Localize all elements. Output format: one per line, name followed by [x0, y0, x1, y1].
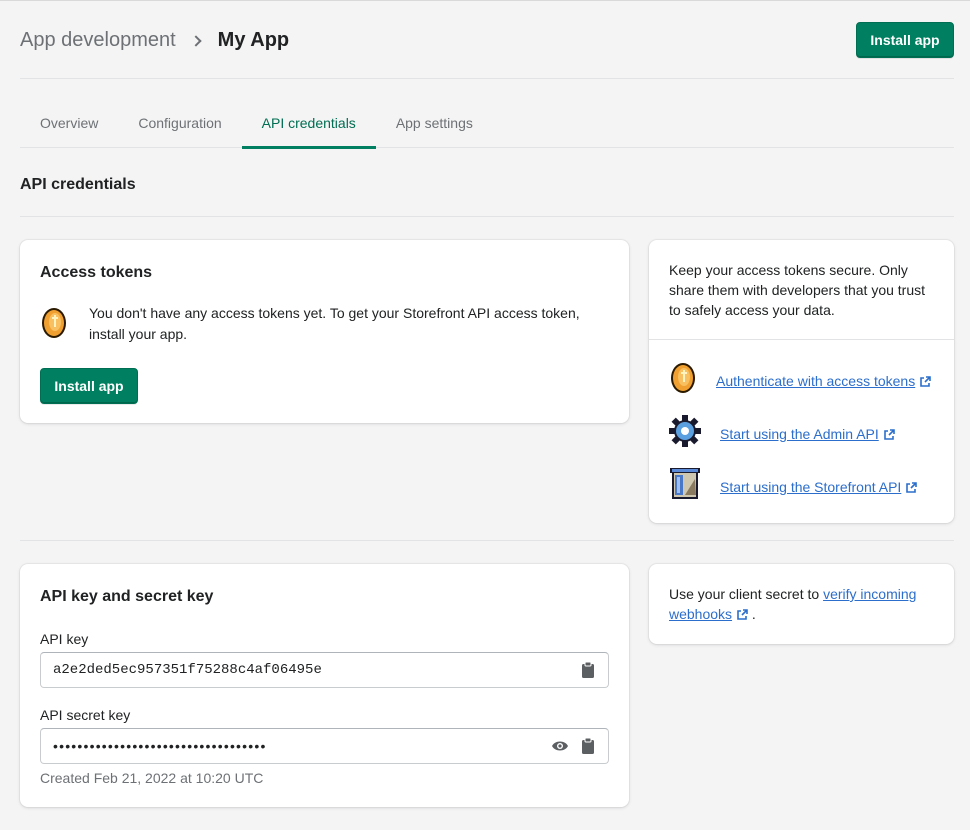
- tab-app-settings[interactable]: App settings: [376, 97, 493, 148]
- page-header: App development My App Install app: [20, 1, 954, 79]
- access-tokens-card: Access tokens You don't have any access …: [20, 240, 629, 423]
- chevron-right-icon: [190, 34, 202, 47]
- gear-icon: [669, 415, 701, 452]
- link-row-authenticate: Authenticate with access tokens: [669, 361, 932, 400]
- coin-icon: [669, 361, 697, 400]
- tokens-security-text: Keep your access tokens secure. Only sha…: [669, 262, 926, 318]
- clipboard-icon[interactable]: [574, 737, 602, 755]
- install-app-button[interactable]: Install app: [856, 22, 954, 58]
- created-timestamp: Created Feb 21, 2022 at 10:20 UTC: [40, 770, 264, 786]
- tab-api-credentials[interactable]: API credentials: [241, 97, 376, 149]
- api-keys-card: API key and secret key API key a2e2ded5e…: [20, 564, 629, 807]
- api-keys-title: API key and secret key: [40, 588, 214, 605]
- breadcrumb-app-development[interactable]: App development: [20, 29, 176, 52]
- external-link-icon: [906, 481, 918, 493]
- external-link-icon: [737, 609, 748, 620]
- api-secret-label: API secret key: [40, 707, 131, 723]
- no-tokens-message: You don't have any access tokens yet. To…: [89, 305, 580, 342]
- breadcrumb: App development My App: [20, 29, 289, 52]
- admin-api-link[interactable]: Start using the Admin API: [720, 426, 895, 442]
- access-tokens-title: Access tokens: [40, 264, 153, 281]
- tokens-info-card: Keep your access tokens secure. Only sha…: [649, 240, 954, 523]
- storefront-api-link[interactable]: Start using the Storefront API: [720, 479, 918, 495]
- tab-configuration[interactable]: Configuration: [118, 97, 241, 148]
- api-key-label: API key: [40, 631, 89, 647]
- link-row-admin-api: Start using the Admin API: [669, 415, 895, 452]
- authenticate-link[interactable]: Authenticate with access tokens: [716, 373, 932, 389]
- clipboard-icon[interactable]: [574, 661, 602, 679]
- page-title: My App: [217, 29, 290, 51]
- eye-icon[interactable]: [546, 740, 574, 752]
- tab-overview[interactable]: Overview: [20, 97, 118, 148]
- coin-icon: [40, 306, 68, 345]
- divider: [649, 339, 954, 340]
- section-title: API credentials: [20, 176, 136, 193]
- divider: [20, 540, 954, 541]
- api-key-field[interactable]: a2e2ded5ec957351f75288c4af06495e: [40, 652, 609, 688]
- api-key-value[interactable]: a2e2ded5ec957351f75288c4af06495e: [53, 662, 574, 678]
- webhooks-text-prefix: Use your client secret to: [669, 586, 824, 602]
- webhooks-text-suffix: .: [748, 606, 756, 622]
- divider: [20, 216, 954, 217]
- external-link-icon: [920, 375, 932, 387]
- link-row-storefront-api: Start using the Storefront API: [669, 467, 918, 506]
- webhooks-info-card: Use your client secret to verify incomin…: [649, 564, 954, 644]
- storefront-icon: [669, 467, 701, 506]
- tab-bar: Overview Configuration API credentials A…: [20, 97, 954, 149]
- install-app-card-button[interactable]: Install app: [40, 368, 138, 404]
- webhooks-text: Use your client secret to verify incomin…: [669, 584, 939, 624]
- api-secret-field[interactable]: •••••••••••••••••••••••••••••••••••: [40, 728, 609, 764]
- external-link-icon: [883, 428, 895, 440]
- api-secret-masked[interactable]: •••••••••••••••••••••••••••••••••••: [53, 738, 546, 754]
